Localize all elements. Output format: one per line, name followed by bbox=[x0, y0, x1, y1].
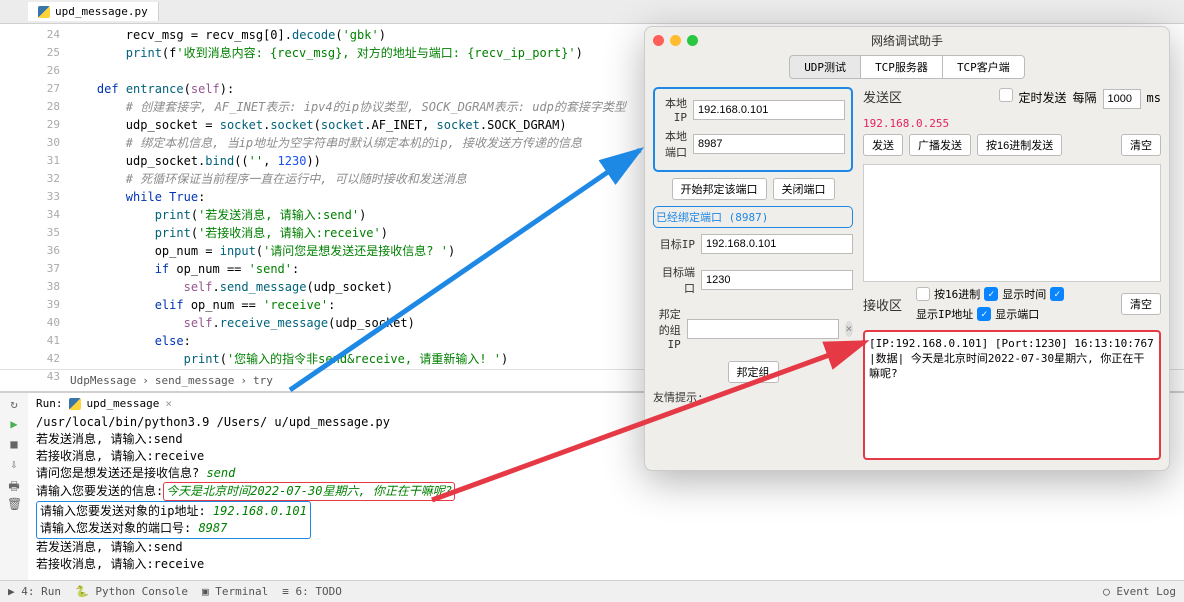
python-icon bbox=[69, 398, 81, 410]
send-button[interactable]: 发送 bbox=[863, 134, 903, 156]
local-ip-input[interactable] bbox=[693, 100, 845, 120]
console-line: 若接收消息, 请输入:receive bbox=[36, 556, 1176, 573]
show-ip-checkbox[interactable]: ✓ bbox=[1050, 287, 1064, 301]
tab-tcp-server[interactable]: TCP服务器 bbox=[861, 55, 943, 79]
group-ip-input[interactable] bbox=[687, 319, 839, 339]
console-line: 若发送消息, 请输入:send bbox=[36, 539, 1176, 556]
network-debug-window: 网络调试助手 UDP测试 TCP服务器 TCP客户端 本地IP 本地端口 开始邦… bbox=[644, 26, 1170, 471]
close-port-button[interactable]: 关闭端口 bbox=[773, 178, 835, 200]
timed-send-checkbox[interactable] bbox=[999, 88, 1013, 102]
status-eventlog[interactable]: ◯ Event Log bbox=[1103, 585, 1176, 598]
python-icon bbox=[38, 6, 50, 18]
titlebar[interactable]: 网络调试助手 bbox=[645, 27, 1169, 53]
rerun-icon[interactable]: ↻ bbox=[7, 397, 21, 411]
local-port-input[interactable] bbox=[693, 134, 845, 154]
hex-recv-checkbox[interactable] bbox=[916, 287, 930, 301]
status-run[interactable]: ▶ 4: Run bbox=[8, 585, 61, 598]
target-ip-input[interactable] bbox=[701, 234, 853, 254]
local-port-label: 本地端口 bbox=[661, 128, 687, 160]
tab-udp[interactable]: UDP测试 bbox=[789, 55, 861, 79]
close-icon[interactable] bbox=[653, 35, 664, 46]
line-numbers: 2425262728293031323334353637383940414243 bbox=[28, 24, 68, 369]
status-console[interactable]: 🐍 Python Console bbox=[75, 585, 188, 598]
print-icon[interactable]: 🖶 bbox=[7, 477, 21, 491]
clear-group-icon[interactable]: × bbox=[845, 321, 853, 337]
broadcast-button[interactable]: 广播发送 bbox=[909, 134, 971, 156]
hint-label: 友情提示: bbox=[653, 389, 704, 405]
status-todo[interactable]: ≡ 6: TODO bbox=[282, 585, 342, 598]
stop-icon[interactable]: ■ bbox=[7, 437, 21, 451]
run-icon[interactable]: ▶ bbox=[7, 417, 21, 431]
target-port-input[interactable] bbox=[701, 270, 853, 290]
window-title: 网络调试助手 bbox=[871, 32, 943, 49]
close-icon[interactable]: × bbox=[165, 397, 172, 410]
console-line: 请输入您要发送的信息:今天是北京时间2022-07-30星期六, 你正在干嘛呢? bbox=[36, 482, 1176, 501]
file-tab[interactable]: upd_message.py bbox=[28, 2, 159, 21]
protocol-tabs: UDP测试 TCP服务器 TCP客户端 bbox=[645, 55, 1169, 79]
local-ip-label: 本地IP bbox=[661, 95, 687, 124]
hex-send-button[interactable]: 按16进制发送 bbox=[977, 134, 1062, 156]
show-time-checkbox[interactable]: ✓ bbox=[984, 287, 998, 301]
status-terminal[interactable]: ▣ Terminal bbox=[202, 585, 268, 598]
show-port-checkbox[interactable]: ✓ bbox=[977, 307, 991, 321]
clear-send-button[interactable]: 清空 bbox=[1121, 134, 1161, 156]
bind-port-button[interactable]: 开始邦定该端口 bbox=[672, 178, 767, 200]
clear-recv-button[interactable]: 清空 bbox=[1121, 293, 1161, 315]
ms-label: ms bbox=[1147, 91, 1161, 105]
recv-textarea[interactable]: [IP:192.168.0.101] [Port:1230] 16:13:10:… bbox=[863, 330, 1161, 460]
file-tab-label: upd_message.py bbox=[55, 5, 148, 18]
down-icon[interactable]: ⇩ bbox=[7, 457, 21, 471]
sent-message-highlight: 今天是北京时间2022-07-30星期六, 你正在干嘛呢? bbox=[163, 482, 455, 501]
window-controls bbox=[653, 35, 698, 46]
bind-group-button[interactable]: 邦定组 bbox=[728, 361, 779, 383]
breadcrumb-item[interactable]: send_message bbox=[155, 374, 234, 387]
breadcrumb-item[interactable]: try bbox=[253, 374, 273, 387]
minimize-icon[interactable] bbox=[670, 35, 681, 46]
editor-gutter bbox=[0, 24, 28, 369]
target-ip-label: 目标IP bbox=[653, 236, 695, 252]
editor-tab-bar: upd_message.py bbox=[0, 0, 1184, 24]
run-config-name: upd_message bbox=[87, 397, 160, 410]
maximize-icon[interactable] bbox=[687, 35, 698, 46]
right-column: 发送区 定时发送 每隔 ms 192.168.0.255 发送 广播发送 按16… bbox=[863, 87, 1161, 460]
address-highlight: 请输入您要发送对象的ip地址: 192.168.0.101 请输入您发送对象的端… bbox=[36, 501, 311, 539]
send-textarea[interactable] bbox=[863, 164, 1161, 282]
group-ip-label: 邦定的组IP bbox=[653, 306, 681, 351]
trash-icon[interactable]: 🗑 bbox=[7, 497, 21, 511]
run-toolbar: ↻ ▶ ■ ⇩ 🖶 🗑 bbox=[0, 393, 28, 581]
every-label: 每隔 bbox=[1073, 89, 1097, 106]
interval-input[interactable] bbox=[1103, 89, 1141, 109]
left-column: 本地IP 本地端口 开始邦定该端口 关闭端口 已经绑定端口 (8987) 目标I… bbox=[653, 87, 853, 460]
tab-tcp-client[interactable]: TCP客户端 bbox=[943, 55, 1025, 79]
status-bar: ▶ 4: Run 🐍 Python Console ▣ Terminal ≡ 6… bbox=[0, 580, 1184, 602]
target-port-label: 目标端口 bbox=[653, 264, 695, 296]
local-binding-box: 本地IP 本地端口 bbox=[653, 87, 853, 172]
recv-section-title: 接收区 bbox=[863, 295, 902, 314]
target-address-display: 192.168.0.255 bbox=[863, 117, 1161, 130]
send-section-title: 发送区 bbox=[863, 87, 902, 106]
timed-send-label: 定时发送 bbox=[1019, 89, 1067, 106]
run-label: Run: bbox=[36, 397, 63, 410]
breadcrumb-item[interactable]: UdpMessage bbox=[70, 374, 136, 387]
bound-status: 已经绑定端口 (8987) bbox=[653, 206, 853, 228]
